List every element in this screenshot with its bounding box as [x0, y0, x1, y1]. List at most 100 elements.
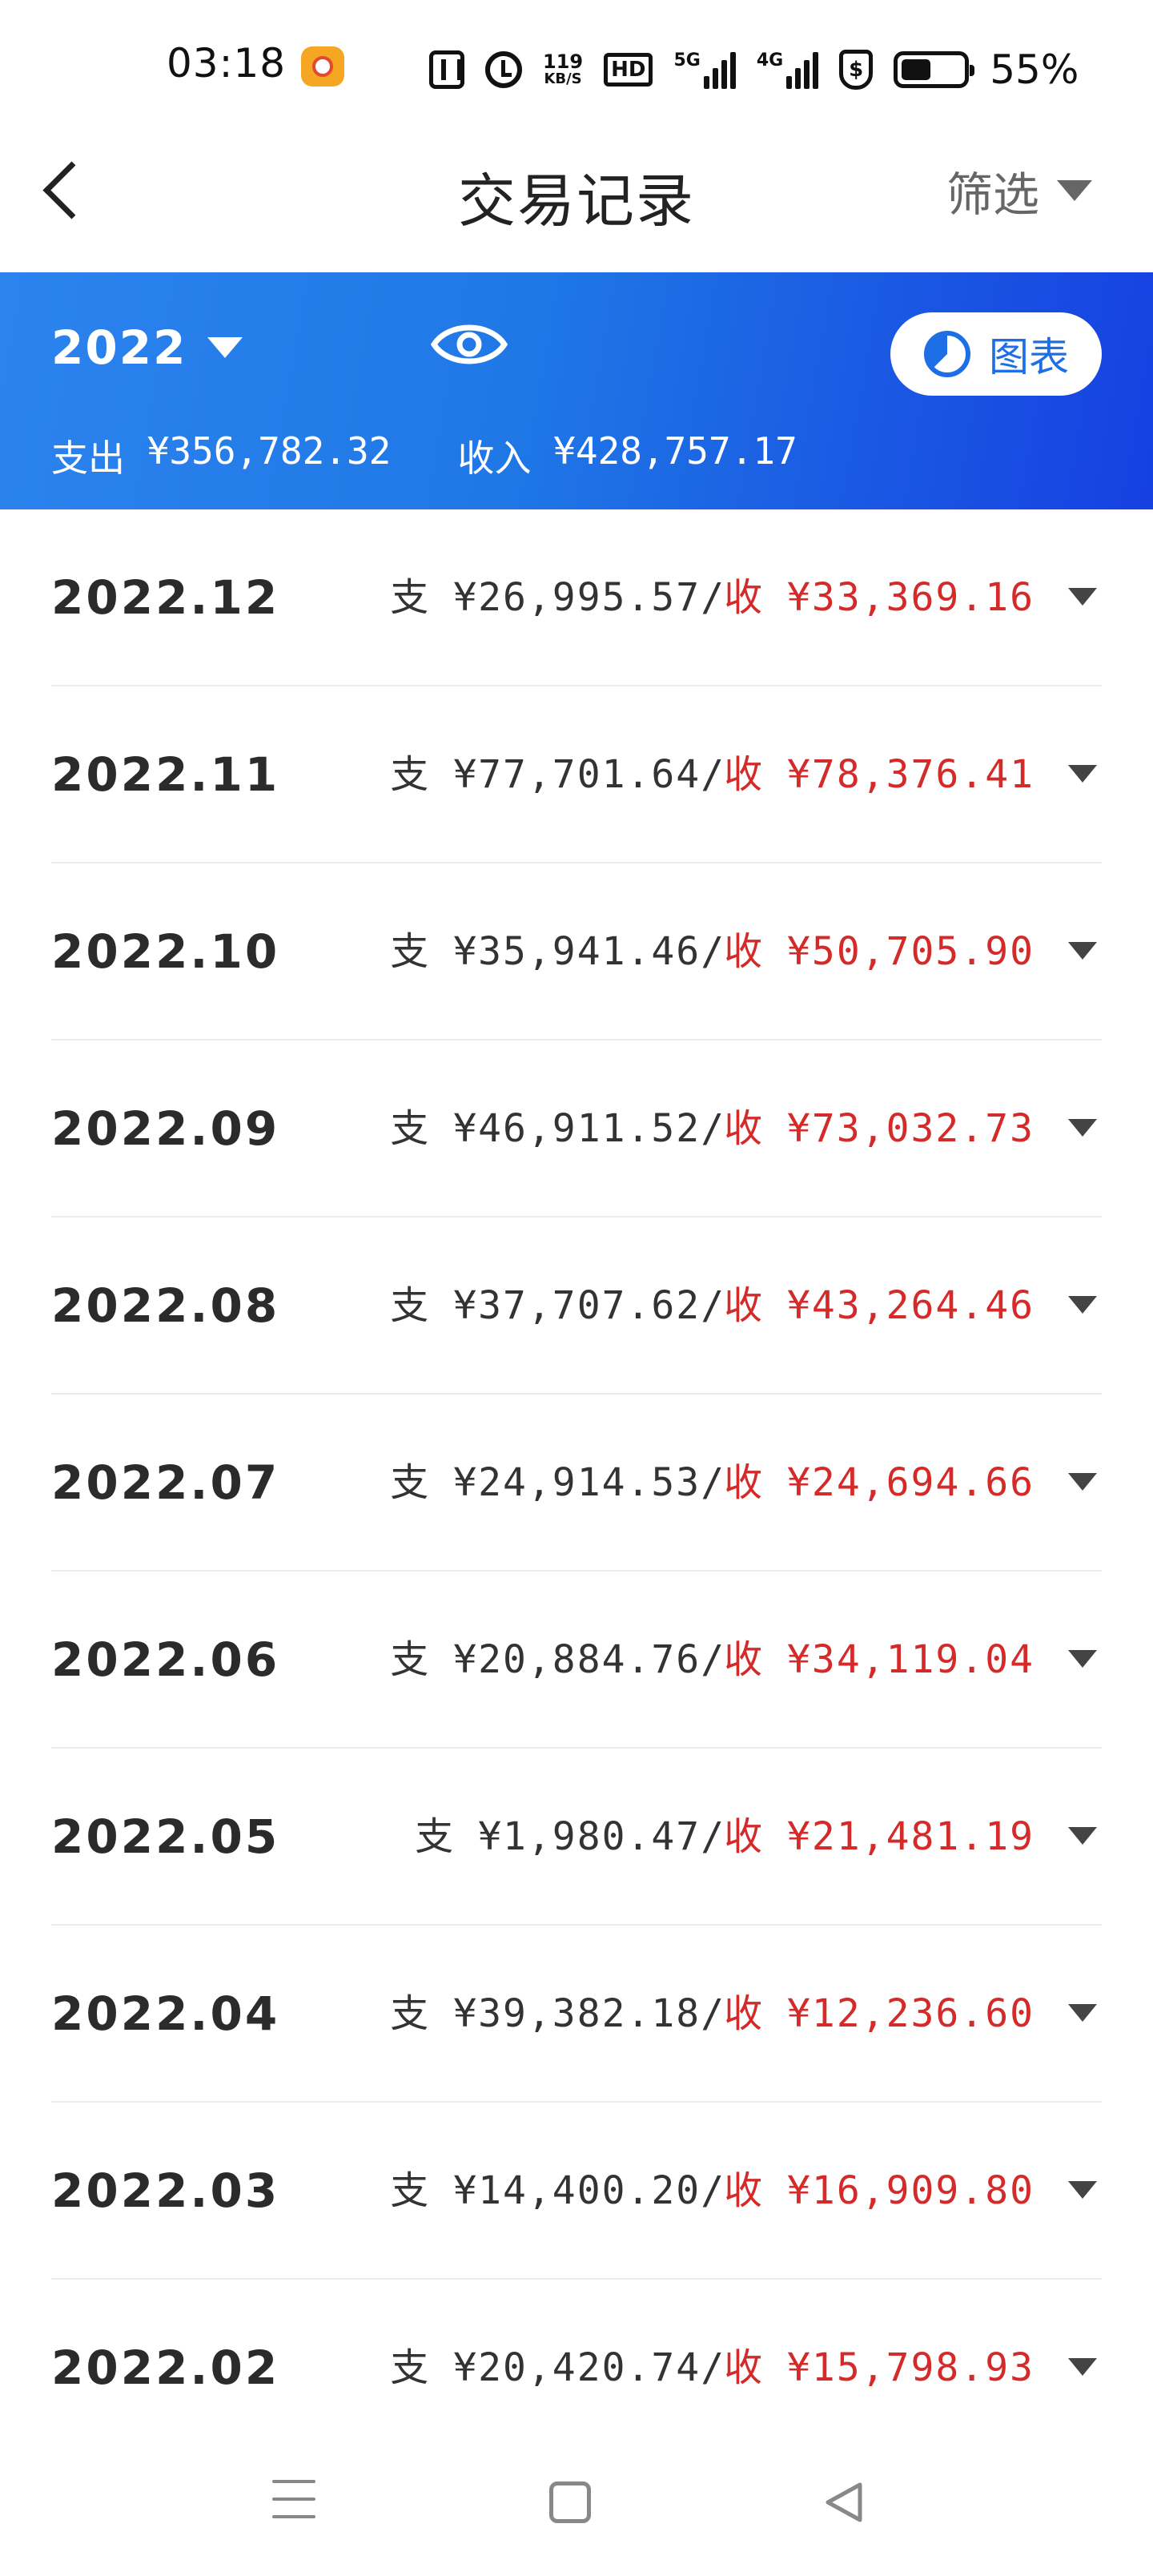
menu-icon[interactable]: [272, 2480, 315, 2525]
month-expense: ¥37,707.62: [453, 1283, 701, 1328]
month-row[interactable]: 2022.12 支 ¥26,995.57/收 ¥33,369.16: [0, 509, 1153, 686]
expense-short-label: 支: [390, 1106, 429, 1151]
total-income-value: ¥428,757.17: [553, 429, 797, 473]
month-expense: ¥35,941.46: [453, 929, 701, 974]
total-expense-label: 支出: [51, 437, 125, 480]
total-income-label: 收入: [457, 437, 532, 480]
month-amounts: 支 ¥39,382.18/收 ¥12,236.60: [390, 1991, 1034, 2036]
income-short-label: 收: [724, 1637, 763, 1682]
caret-down-icon[interactable]: [1068, 765, 1097, 783]
month-row[interactable]: 2022.09 支 ¥46,911.52/收 ¥73,032.73: [0, 1040, 1153, 1218]
month-amounts: 支 ¥46,911.52/收 ¥73,032.73: [390, 1106, 1034, 1151]
income-short-label: 收: [724, 752, 763, 797]
status-time: 03:18: [167, 40, 287, 87]
month-row[interactable]: 2022.06 支 ¥20,884.76/收 ¥34,119.04: [0, 1572, 1153, 1749]
month-label: 2022.02: [51, 2341, 280, 2395]
month-row[interactable]: 2022.03 支 ¥14,400.20/收 ¥16,909.80: [0, 2103, 1153, 2280]
income-short-label: 收: [724, 1814, 763, 1859]
month-amounts: 支 ¥77,701.64/收 ¥78,376.41: [390, 752, 1034, 797]
month-amounts: 支 ¥1,980.47/收 ¥21,481.19: [415, 1814, 1034, 1859]
income-short-label: 收: [724, 575, 763, 620]
app-notification-icon: [301, 46, 344, 87]
security-shield-icon: $: [839, 50, 874, 90]
month-income: ¥43,264.46: [787, 1283, 1034, 1328]
month-label: 2022.03: [51, 2163, 280, 2218]
month-expense: ¥77,701.64: [453, 752, 701, 797]
caret-down-icon[interactable]: [1068, 1119, 1097, 1137]
year-label: 2022: [51, 320, 187, 375]
total-expense-value: ¥356,782.32: [147, 429, 392, 473]
home-square-icon[interactable]: [549, 2481, 591, 2523]
income-short-label: 收: [724, 2168, 763, 2213]
caret-down-icon[interactable]: [1068, 588, 1097, 606]
caret-down-icon[interactable]: [1068, 1296, 1097, 1314]
month-amounts: 支 ¥20,884.76/收 ¥34,119.04: [390, 1637, 1034, 1682]
month-expense: ¥20,884.76: [453, 1637, 701, 1682]
summary-banner: 2022 图表 支出 ¥356,782.32 收入 ¥428,757.17: [0, 272, 1153, 509]
month-row[interactable]: 2022.08 支 ¥37,707.62/收 ¥43,264.46: [0, 1218, 1153, 1395]
signal-4g-label: 4G: [756, 50, 784, 70]
month-row[interactable]: 2022.10 支 ¥35,941.46/收 ¥50,705.90: [0, 863, 1153, 1040]
caret-down-icon: [1057, 180, 1092, 201]
caret-down-icon[interactable]: [1068, 942, 1097, 960]
month-label: 2022.08: [51, 1278, 280, 1333]
battery-icon: [894, 51, 975, 88]
income-short-label: 收: [724, 1283, 763, 1328]
month-expense: ¥1,980.47: [478, 1814, 701, 1859]
network-speed: 119 KB/S: [543, 52, 583, 87]
month-amounts: 支 ¥20,420.74/收 ¥15,798.93: [390, 2345, 1034, 2390]
month-income: ¥24,694.66: [787, 1460, 1034, 1505]
month-income: ¥21,481.19: [787, 1814, 1034, 1859]
month-row[interactable]: 2022.04 支 ¥39,382.18/收 ¥12,236.60: [0, 1926, 1153, 2103]
month-income: ¥12,236.60: [787, 1991, 1034, 2036]
month-amounts: 支 ¥37,707.62/收 ¥43,264.46: [390, 1283, 1034, 1328]
month-amounts: 支 ¥24,914.53/收 ¥24,694.66: [390, 1460, 1034, 1505]
filter-button[interactable]: 筛选: [946, 157, 1092, 224]
month-row[interactable]: 2022.05 支 ¥1,980.47/收 ¥21,481.19: [0, 1749, 1153, 1926]
network-speed-value: 119: [543, 50, 584, 73]
month-income: ¥78,376.41: [787, 752, 1034, 797]
chart-button-label: 图表: [989, 334, 1069, 380]
expense-short-label: 支: [390, 1637, 429, 1682]
expense-short-label: 支: [390, 1460, 429, 1505]
month-row[interactable]: 2022.11 支 ¥77,701.64/收 ¥78,376.41: [0, 686, 1153, 863]
caret-down-icon[interactable]: [1068, 1827, 1097, 1845]
month-income: ¥50,705.90: [787, 929, 1034, 974]
eye-icon[interactable]: [430, 319, 508, 370]
caret-down-icon[interactable]: [1068, 2004, 1097, 2022]
month-expense: ¥26,995.57: [453, 575, 701, 620]
income-short-label: 收: [724, 929, 763, 974]
month-amounts: 支 ¥35,941.46/收 ¥50,705.90: [390, 929, 1034, 974]
income-short-label: 收: [724, 1991, 763, 2036]
caret-down-icon: [207, 337, 243, 358]
status-icons: 119 KB/S HD 5G 4G $ 55%: [429, 42, 1079, 98]
system-nav-bar: [0, 2451, 1153, 2576]
month-list: 2022.12 支 ¥26,995.57/收 ¥33,369.16 2022.11 支…: [0, 509, 1153, 2457]
expense-short-label: 支: [390, 2168, 429, 2213]
year-totals: 支出 ¥356,782.32 收入 ¥428,757.17: [51, 429, 797, 482]
expense-short-label: 支: [390, 929, 429, 974]
chart-button[interactable]: 图表: [890, 312, 1102, 396]
expense-short-label: 支: [390, 752, 429, 797]
month-income: ¥73,032.73: [787, 1106, 1034, 1151]
income-short-label: 收: [724, 1460, 763, 1505]
signal-4g-icon: 4G: [756, 50, 819, 89]
caret-down-icon[interactable]: [1068, 1650, 1097, 1668]
hd-voice-icon: HD: [604, 53, 653, 87]
year-selector[interactable]: 2022: [51, 320, 243, 375]
month-label: 2022.12: [51, 570, 280, 625]
caret-down-icon[interactable]: [1068, 2358, 1097, 2376]
caret-down-icon[interactable]: [1068, 2181, 1097, 2199]
pie-chart-icon: [924, 331, 970, 377]
expense-short-label: 支: [390, 1283, 429, 1328]
caret-down-icon[interactable]: [1068, 1473, 1097, 1491]
month-income: ¥33,369.16: [787, 575, 1034, 620]
month-row[interactable]: 2022.07 支 ¥24,914.53/收 ¥24,694.66: [0, 1395, 1153, 1572]
month-income: ¥16,909.80: [787, 2168, 1034, 2213]
income-short-label: 收: [724, 2345, 763, 2390]
month-row[interactable]: 2022.02 支 ¥20,420.74/收 ¥15,798.93: [0, 2280, 1153, 2457]
month-expense: ¥14,400.20: [453, 2168, 701, 2213]
app-header: 交易记录 筛选: [0, 120, 1153, 272]
signal-5g-label: 5G: [673, 50, 701, 70]
back-triangle-icon[interactable]: [822, 2480, 866, 2525]
